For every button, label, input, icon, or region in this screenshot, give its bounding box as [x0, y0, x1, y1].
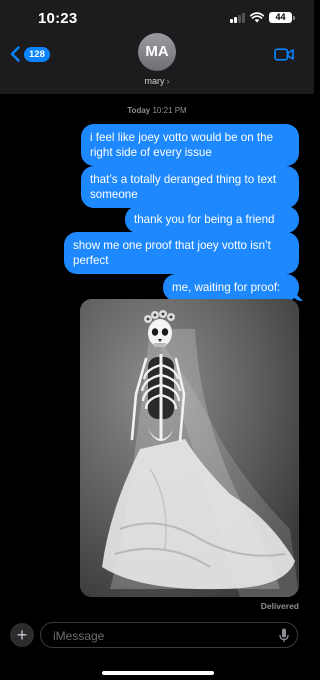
message-bubble[interactable]: that’s a totally deranged thing to text … — [81, 166, 299, 208]
conversation-header: 10:23 44 128 MA mary › — [0, 0, 314, 94]
unread-count-badge: 128 — [24, 46, 50, 62]
contact-avatar[interactable]: MA — [138, 33, 176, 71]
back-button[interactable]: 128 — [10, 46, 50, 62]
battery-icon: 44 — [269, 12, 295, 23]
apps-plus-button[interactable]: + — [10, 623, 34, 647]
contact-name-row[interactable]: mary › — [0, 76, 314, 86]
cellular-signal-icon — [230, 12, 245, 23]
message-input-container — [40, 622, 298, 649]
chevron-right-icon: › — [166, 76, 170, 86]
image-attachment[interactable] — [80, 299, 299, 597]
message-bubble[interactable]: thank you for being a friend — [125, 206, 299, 233]
status-icons: 44 — [230, 12, 295, 23]
contact-name: mary — [144, 76, 165, 86]
message-bubble[interactable]: i feel like joey votto would be on the r… — [81, 124, 299, 166]
message-bubble[interactable]: me, waiting for proof: — [163, 274, 299, 301]
home-indicator[interactable] — [102, 671, 214, 675]
delivery-status: Delivered — [260, 601, 299, 611]
skeleton-bride-image — [80, 299, 299, 597]
wifi-icon — [250, 12, 264, 23]
thread-timestamp: Today 10:21 PM — [0, 106, 314, 115]
timestamp-day: Today — [127, 106, 151, 115]
message-bubble[interactable]: show me one proof that joey votto isn’t … — [64, 232, 299, 274]
plus-icon: + — [16, 625, 28, 645]
status-time: 10:23 — [38, 10, 78, 27]
facetime-video-button[interactable] — [274, 48, 294, 66]
timestamp-time: 10:21 PM — [152, 106, 187, 115]
message-input[interactable] — [51, 623, 255, 649]
chevron-left-icon — [10, 46, 20, 62]
video-camera-icon — [274, 48, 294, 61]
microphone-icon — [279, 628, 289, 642]
dictation-button[interactable] — [279, 628, 289, 648]
